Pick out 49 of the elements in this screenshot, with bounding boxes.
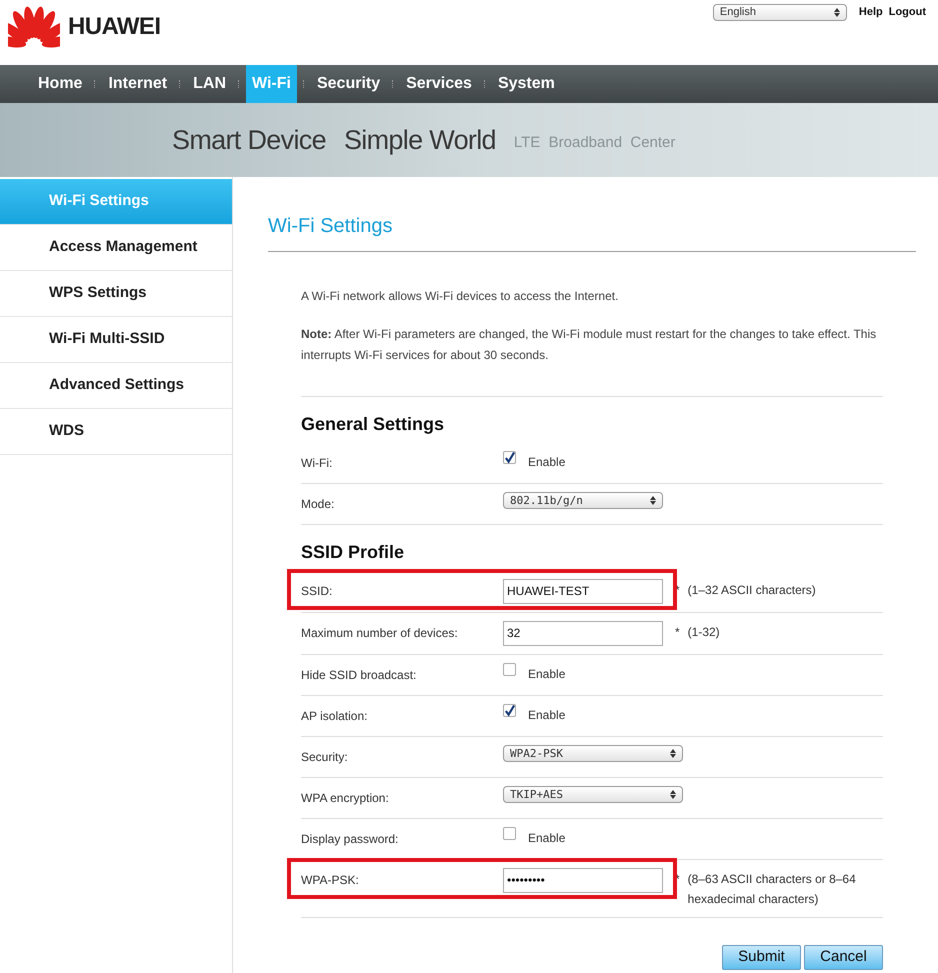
field-label: SSID: xyxy=(301,583,334,600)
hint-text: (1-32) xyxy=(688,624,721,641)
option-label: Enable xyxy=(528,454,566,471)
section-heading: SSID Profile xyxy=(301,541,406,564)
form-button[interactable]: Cancel xyxy=(804,945,883,970)
sidebar-item[interactable]: Access Management xyxy=(0,225,232,271)
intro-text: A Wi-Fi network allows Wi-Fi devices to access the Internet. xyxy=(301,288,620,305)
note-text: Note: After Wi-Fi parameters are changed, the Wi-Fi module must restart for the changes to take effect. This interrupts Wi-Fi services for about 30 seconds. xyxy=(301,324,883,397)
input-field[interactable]: ••••••••• xyxy=(503,868,663,893)
form-button[interactable]: Submit xyxy=(722,945,801,970)
field-label: Mode: xyxy=(301,496,336,513)
sidebar-item[interactable]: Advanced Settings xyxy=(0,363,232,409)
option-label: Enable xyxy=(528,830,566,847)
header-link[interactable]: Help xyxy=(858,4,883,21)
header-link[interactable]: Logout xyxy=(888,4,926,21)
hint-text: (1–32 ASCII characters) xyxy=(688,582,817,599)
sidebar-item[interactable]: WDS xyxy=(0,409,232,455)
logo-wordmark: HUAWEI xyxy=(68,12,160,42)
hint-text: (8–63 ASCII characters or 8–64 hexadecimal characters) xyxy=(688,871,857,908)
field-label: Maximum number of devices: xyxy=(301,625,459,642)
field-label: WPA encryption: xyxy=(301,790,390,807)
field-label: Security: xyxy=(301,749,349,766)
sidebar-item[interactable]: Wi-Fi Multi-SSID xyxy=(0,317,232,363)
language-select[interactable]: English xyxy=(712,4,847,21)
nav-tab[interactable]: Services xyxy=(400,65,478,103)
page-title: Wi-Fi Settings xyxy=(268,177,916,252)
field-label: Hide SSID broadcast: xyxy=(301,667,418,684)
nav-tab[interactable]: Home xyxy=(32,65,88,103)
input-field[interactable]: 32 xyxy=(503,621,663,646)
banner-subtitle: LTE Broadband Center xyxy=(514,132,676,153)
dropdown[interactable]: TKIP+AES xyxy=(503,786,683,803)
field-label: Wi-Fi: xyxy=(301,455,334,472)
section-heading: General Settings xyxy=(301,413,446,436)
nav-tab[interactable]: Security xyxy=(310,65,386,103)
field-label: AP isolation: xyxy=(301,708,368,725)
nav-tab[interactable]: Internet xyxy=(102,65,174,103)
nav-tab[interactable]: System xyxy=(492,65,561,103)
required-mark: * xyxy=(675,624,680,641)
slogan-text: Simple World xyxy=(344,124,496,157)
input-field[interactable]: HUAWEI-TEST xyxy=(503,579,663,604)
field-label: WPA-PSK: xyxy=(301,872,360,889)
dropdown[interactable]: 802.11b/g/n xyxy=(503,492,663,509)
slogan-text: Smart Device xyxy=(172,124,326,157)
sidebar-item[interactable]: WPS Settings xyxy=(0,271,232,317)
option-label: Enable xyxy=(528,707,566,724)
dropdown[interactable]: WPA2-PSK xyxy=(503,745,683,762)
option-label: Enable xyxy=(528,666,566,683)
field-label: Display password: xyxy=(301,831,400,848)
nav-tab[interactable]: LAN xyxy=(187,65,232,103)
